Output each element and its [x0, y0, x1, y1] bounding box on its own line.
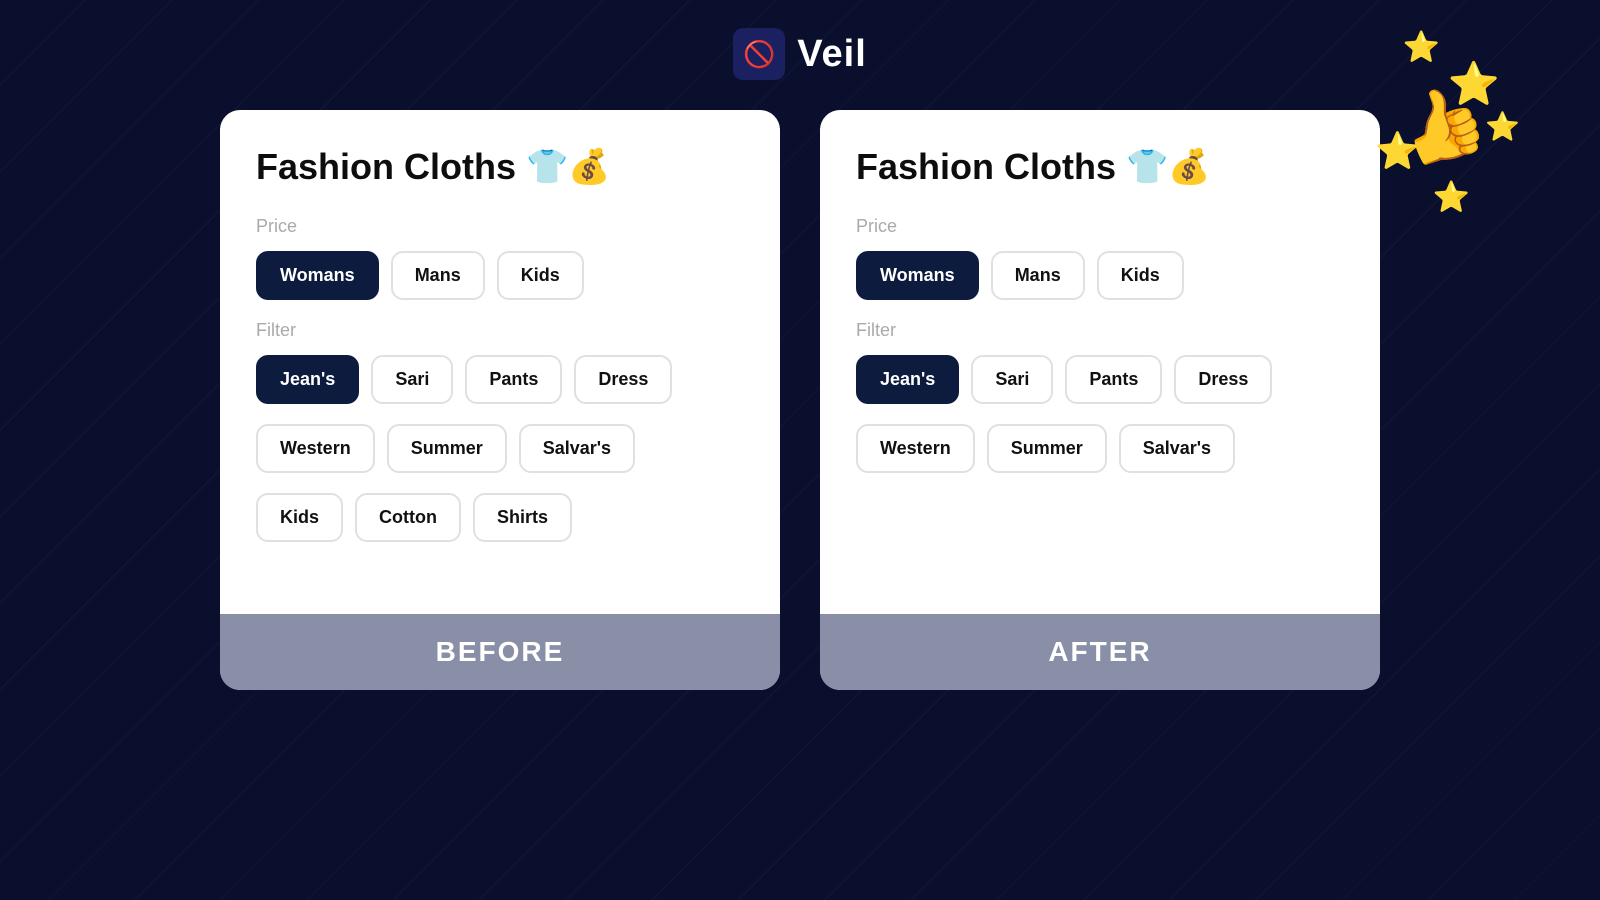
before-price-tags: Womans Mans Kids [256, 251, 744, 300]
before-tag-cotton[interactable]: Cotton [355, 493, 461, 542]
after-tag-kids-price[interactable]: Kids [1097, 251, 1184, 300]
after-price-label: Price [856, 216, 1344, 237]
after-tag-dress[interactable]: Dress [1174, 355, 1272, 404]
before-tag-shirts[interactable]: Shirts [473, 493, 572, 542]
after-filter-row1: Jean's Sari Pants Dress [856, 355, 1344, 404]
before-card-body: Fashion Cloths 👕💰 Price Womans Mans Kids… [220, 110, 780, 614]
main-content: Fashion Cloths 👕💰 Price Womans Mans Kids… [0, 100, 1600, 690]
after-tag-salvars[interactable]: Salvar's [1119, 424, 1235, 473]
before-tag-summer[interactable]: Summer [387, 424, 507, 473]
after-tag-mans[interactable]: Mans [991, 251, 1085, 300]
after-tag-jeans[interactable]: Jean's [856, 355, 959, 404]
after-tag-summer[interactable]: Summer [987, 424, 1107, 473]
after-title-text: Fashion Cloths [856, 146, 1116, 188]
before-tag-kids-price[interactable]: Kids [497, 251, 584, 300]
after-footer-label: AFTER [1048, 636, 1151, 667]
before-tag-kids-filter[interactable]: Kids [256, 493, 343, 542]
after-filter-label: Filter [856, 320, 1344, 341]
before-card-footer: BEFORE [220, 614, 780, 690]
before-tag-womans[interactable]: Womans [256, 251, 379, 300]
after-price-tags: Womans Mans Kids [856, 251, 1344, 300]
after-title-emoji: 👕💰 [1126, 147, 1211, 187]
before-filter-row3: Kids Cotton Shirts [256, 493, 744, 542]
after-filter-row2: Western Summer Salvar's [856, 424, 1344, 473]
before-tag-jeans[interactable]: Jean's [256, 355, 359, 404]
before-filter-label: Filter [256, 320, 744, 341]
before-footer-label: BEFORE [436, 636, 565, 667]
after-tag-sari[interactable]: Sari [971, 355, 1053, 404]
before-tag-salvars[interactable]: Salvar's [519, 424, 635, 473]
after-card-body: Fashion Cloths 👕💰 Price Womans Mans Kids… [820, 110, 1380, 614]
after-card-title: Fashion Cloths 👕💰 [856, 146, 1344, 188]
after-tag-womans[interactable]: Womans [856, 251, 979, 300]
logo-icon: 🚫 [743, 39, 775, 70]
after-card: Fashion Cloths 👕💰 Price Womans Mans Kids… [820, 110, 1380, 690]
before-title-emoji: 👕💰 [526, 147, 611, 187]
after-card-footer: AFTER [820, 614, 1380, 690]
before-tag-dress[interactable]: Dress [574, 355, 672, 404]
before-title-text: Fashion Cloths [256, 146, 516, 188]
before-filter-row2: Western Summer Salvar's [256, 424, 744, 473]
before-tag-pants[interactable]: Pants [465, 355, 562, 404]
after-tag-pants[interactable]: Pants [1065, 355, 1162, 404]
before-filter-row1: Jean's Sari Pants Dress [256, 355, 744, 404]
header: 🚫 Veil [0, 0, 1600, 100]
before-card-title: Fashion Cloths 👕💰 [256, 146, 744, 188]
before-tag-sari[interactable]: Sari [371, 355, 453, 404]
before-card: Fashion Cloths 👕💰 Price Womans Mans Kids… [220, 110, 780, 690]
before-tag-western[interactable]: Western [256, 424, 375, 473]
before-tag-mans[interactable]: Mans [391, 251, 485, 300]
after-tag-western[interactable]: Western [856, 424, 975, 473]
before-price-label: Price [256, 216, 744, 237]
logo-box: 🚫 [733, 28, 785, 80]
logo-text: Veil [797, 33, 867, 76]
